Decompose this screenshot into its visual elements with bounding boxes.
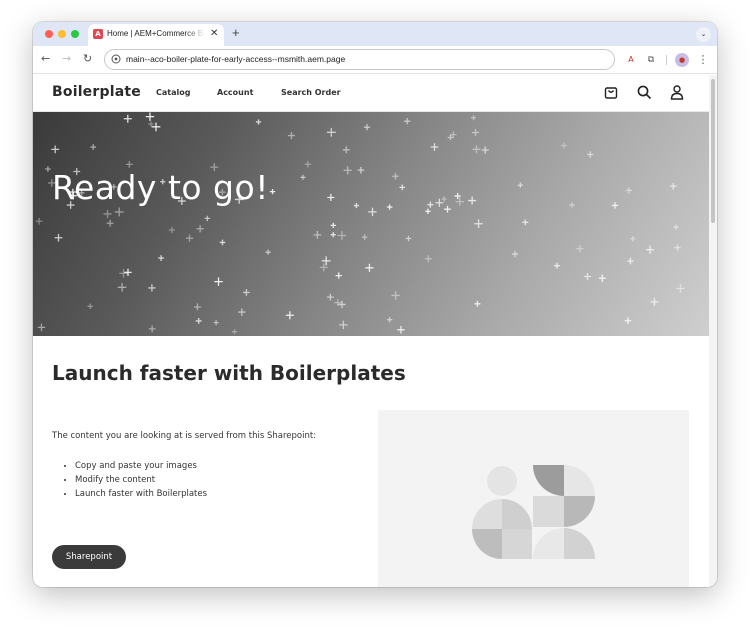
adobe-favicon-icon: A [93,29,103,39]
toolbar-divider [666,55,667,65]
section-title: Launch faster with Boilerplates [52,361,406,385]
tab-title: Home | AEM+Commerce Boilerplate [107,29,205,38]
extensions-puzzle-icon[interactable]: ⧉ [644,53,658,67]
list-item: Copy and paste your images [75,459,207,473]
search-icon[interactable] [636,84,652,100]
sparkle-pattern [35,112,685,335]
minimize-window-button[interactable] [58,30,66,38]
abstract-shapes-illustration [472,465,595,559]
hero-banner: Ready to go! [33,112,709,336]
intro-text: The content you are looking at is served… [52,431,317,441]
list-item: Launch faster with Boilerplates [75,487,207,501]
site-header: Boilerplate Catalog Account Search Order [33,75,709,112]
cart-icon[interactable] [603,84,619,100]
nav-link-catalog[interactable]: Catalog [156,88,190,97]
page-viewport: Boilerplate Catalog Account Search Order… [33,75,709,587]
tab-strip: A Home | AEM+Commerce Boilerplate ✕ + ⌄ [33,22,717,46]
brand-logo[interactable]: Boilerplate [52,84,141,100]
active-tab[interactable]: A Home | AEM+Commerce Boilerplate ✕ [88,24,224,46]
back-arrow-icon[interactable]: ← [41,52,50,65]
feature-list: Copy and paste your images Modify the co… [75,459,207,501]
close-window-button[interactable] [45,30,53,38]
sharepoint-button[interactable]: Sharepoint [52,545,126,569]
nav-link-search-order[interactable]: Search Order [281,88,341,97]
forward-arrow-icon[interactable]: → [62,52,71,65]
browser-menu-icon[interactable]: ⋮ [696,53,710,67]
address-bar[interactable]: main--aco-boiler-plate-for-early-access-… [104,49,615,70]
profile-avatar-icon[interactable]: ● [675,53,689,67]
zoom-window-button[interactable] [71,30,79,38]
browser-window: A Home | AEM+Commerce Boilerplate ✕ + ⌄ … [33,22,717,587]
site-settings-icon[interactable] [111,54,121,64]
illustration-panel [378,410,689,587]
tab-search-chevron-icon[interactable]: ⌄ [696,27,711,42]
adobe-extension-icon[interactable]: A [624,53,638,67]
tab-close-icon[interactable]: ✕ [210,28,218,39]
browser-toolbar: ← → ↻ main--aco-boiler-plate-for-early-a… [33,46,717,74]
scrollbar-thumb[interactable] [711,79,715,223]
hero-title: Ready to go! [52,168,269,207]
list-item: Modify the content [75,473,207,487]
page-scrollbar[interactable] [709,75,717,587]
user-icon[interactable] [669,84,685,100]
nav-link-account[interactable]: Account [217,88,253,97]
reload-icon[interactable]: ↻ [83,52,92,65]
new-tab-button[interactable]: + [232,26,240,39]
url-text[interactable]: main--aco-boiler-plate-for-early-access-… [126,54,345,64]
